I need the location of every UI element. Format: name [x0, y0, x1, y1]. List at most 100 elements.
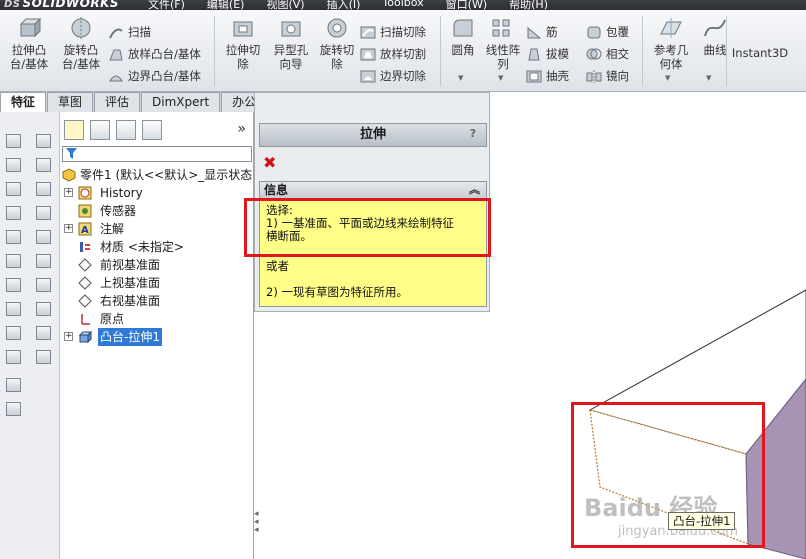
loft-boss-button[interactable]: 放样凸台/基体 — [108, 44, 201, 64]
configuration-tab-icon[interactable] — [116, 120, 136, 140]
tree-root-part[interactable]: 零件1 (默认<<默认>_显示状态 — [60, 166, 254, 184]
toolbar-icon[interactable] — [6, 230, 21, 244]
left-toolbar — [0, 112, 60, 559]
menu-help[interactable]: 帮助(H) — [509, 0, 548, 10]
feature-manager-tabs: » — [60, 120, 254, 142]
feature-tree-tab-icon[interactable] — [64, 120, 84, 140]
toolbar-icon[interactable] — [6, 134, 21, 148]
toolbar-icon[interactable] — [36, 230, 51, 244]
shell-icon — [526, 70, 542, 82]
plane-icon — [78, 258, 92, 272]
refgeo-dropdown-arrow[interactable]: ▼ — [665, 74, 670, 82]
toolbar-icon[interactable] — [36, 302, 51, 316]
cancel-icon[interactable]: ✖ — [263, 153, 276, 172]
reference-geometry-button[interactable]: 参考几 何体 — [646, 16, 696, 71]
annotation-icon: A — [78, 222, 92, 236]
loft-cut-button[interactable]: 放样切割 — [360, 44, 426, 64]
toolbar-icon[interactable] — [36, 206, 51, 220]
toolbar-icon[interactable] — [36, 134, 51, 148]
instant3d-button[interactable]: Instant3D — [730, 46, 790, 60]
rib-button[interactable]: 筋 — [526, 22, 558, 42]
sweep-button[interactable]: 扫描 — [108, 22, 151, 42]
boundary-cut-button[interactable]: 边界切除 — [360, 66, 426, 86]
toolbar-icon[interactable] — [36, 326, 51, 340]
menu-edit[interactable]: 编辑(E) — [207, 0, 245, 10]
separator — [642, 16, 643, 86]
more-tabs-chevron-icon[interactable]: » — [237, 121, 246, 137]
extrude-cut-button[interactable]: 拉伸切 除 — [218, 16, 268, 71]
toolbar-icon[interactable] — [6, 206, 21, 220]
hole-wizard-icon — [281, 21, 301, 37]
boundary-icon — [109, 75, 123, 81]
property-tab-icon[interactable] — [90, 120, 110, 140]
toolbar-icon[interactable] — [6, 254, 21, 268]
toolbar-icon[interactable] — [6, 278, 21, 292]
revolve-cut-button[interactable]: 旋转切 除 — [312, 16, 362, 71]
toolbar-icon[interactable] — [6, 182, 21, 196]
material-icon — [80, 242, 90, 252]
revolve-boss-icon — [71, 17, 91, 39]
toolbar-icon[interactable] — [36, 254, 51, 268]
toolbar-icon[interactable] — [6, 350, 21, 364]
sensor-icon — [78, 204, 92, 218]
curves-icon — [704, 19, 726, 37]
separator — [726, 16, 727, 86]
separator — [214, 16, 215, 86]
property-manager-title: 拉伸 ? — [259, 123, 487, 147]
origin-icon — [81, 314, 90, 325]
draft-icon — [528, 48, 540, 60]
panel-splitter-handle[interactable]: ◂ ◂ ◂ — [254, 510, 260, 540]
extrude-cut-icon — [233, 21, 253, 37]
svg-text:A: A — [81, 225, 89, 236]
mirror-button[interactable]: 镜向 — [586, 66, 629, 86]
fillet-dropdown-arrow[interactable]: ▼ — [458, 74, 463, 82]
info-group-header[interactable]: 信息 ︽ — [259, 181, 487, 199]
tab-dimxpert[interactable]: DimXpert — [141, 92, 221, 112]
wrap-button[interactable]: 包覆 — [586, 22, 629, 42]
solidworks-logo[interactable]: DS SOLIDWORKS — [4, 0, 119, 10]
loft-cut-icon — [360, 48, 376, 60]
menu-insert[interactable]: 插入(I) — [327, 0, 361, 10]
menu-toolbox[interactable]: Toolbox — [382, 0, 423, 10]
pattern-dropdown-arrow[interactable]: ▼ — [498, 74, 503, 82]
toolbar-icon[interactable] — [36, 158, 51, 172]
toolbar-icon[interactable] — [6, 158, 21, 172]
feature-callout-tag[interactable]: 凸台-拉伸1 — [668, 512, 736, 530]
display-tab-icon[interactable] — [142, 120, 162, 140]
help-icon[interactable]: ? — [466, 127, 480, 141]
revolve-cut-icon — [327, 18, 347, 38]
tab-features[interactable]: 特征 — [0, 92, 47, 112]
boundary-boss-button[interactable]: 边界凸台/基体 — [108, 66, 201, 86]
graphics-area-left[interactable] — [254, 312, 490, 559]
tab-sketch[interactable]: 草图 — [47, 92, 94, 112]
expand-toggle-icon[interactable]: + — [64, 224, 73, 233]
curves-dropdown-arrow[interactable]: ▼ — [706, 74, 711, 82]
extrude-boss-button[interactable]: 拉伸凸 台/基体 — [4, 16, 54, 71]
wrap-icon — [587, 26, 601, 38]
part-icon — [62, 168, 76, 182]
collapse-chevron-icon[interactable]: ︽ — [469, 182, 480, 198]
loft-icon — [109, 49, 123, 60]
draft-button[interactable]: 拔模 — [526, 44, 569, 64]
sweep-icon — [109, 28, 123, 38]
toolbar-icon[interactable] — [6, 302, 21, 316]
menu-file[interactable]: 文件(F) — [148, 0, 185, 10]
toolbar-icon[interactable] — [36, 182, 51, 196]
toolbar-icon[interactable] — [6, 402, 21, 416]
toolbar-icon[interactable] — [36, 350, 51, 364]
revolve-boss-button[interactable]: 旋转凸 台/基体 — [56, 16, 106, 71]
menu-view[interactable]: 视图(V) — [266, 0, 304, 10]
intersect-button[interactable]: 相交 — [586, 44, 629, 64]
hole-wizard-button[interactable]: 异型孔 向导 — [266, 16, 316, 71]
toolbar-icon[interactable] — [6, 378, 21, 392]
linear-pattern-button[interactable]: 线性阵 列 — [478, 16, 528, 71]
toolbar-icon[interactable] — [6, 326, 21, 340]
tree-filter-input[interactable] — [62, 146, 252, 162]
expand-toggle-icon[interactable]: + — [64, 332, 73, 341]
menu-window[interactable]: 窗口(W) — [446, 0, 487, 10]
toolbar-icon[interactable] — [36, 278, 51, 292]
tab-evaluate[interactable]: 评估 — [94, 92, 141, 112]
expand-toggle-icon[interactable]: + — [64, 188, 73, 197]
shell-button[interactable]: 抽壳 — [526, 66, 569, 86]
sweep-cut-button[interactable]: 扫描切除 — [360, 22, 426, 42]
